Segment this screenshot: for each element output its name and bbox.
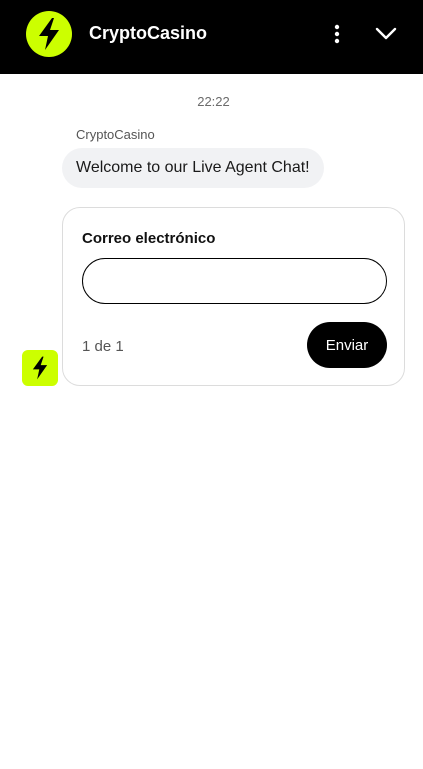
email-form-card: Correo electrónico 1 de 1 Enviar	[62, 207, 405, 386]
sender-name: CryptoCasino	[76, 127, 155, 142]
send-button[interactable]: Enviar	[307, 322, 387, 368]
chat-header: CryptoCasino	[0, 0, 423, 74]
form-pager: 1 de 1	[82, 338, 124, 355]
chevron-down-icon	[375, 27, 397, 40]
more-vertical-icon	[334, 24, 340, 44]
lightning-bolt-icon	[32, 356, 48, 380]
brand-logo	[26, 11, 72, 57]
more-options-button[interactable]	[324, 20, 350, 48]
lightning-bolt-icon	[39, 18, 59, 50]
message-text: Welcome to our Live Agent Chat!	[76, 159, 310, 176]
email-field[interactable]	[82, 258, 387, 304]
collapse-chat-button[interactable]	[372, 20, 400, 48]
email-field-label: Correo electrónico	[82, 230, 216, 247]
message-bubble: Welcome to our Live Agent Chat!	[62, 148, 324, 188]
agent-avatar	[22, 350, 58, 386]
header-title: CryptoCasino	[89, 23, 208, 43]
message-timestamp: 22:22	[197, 94, 230, 109]
